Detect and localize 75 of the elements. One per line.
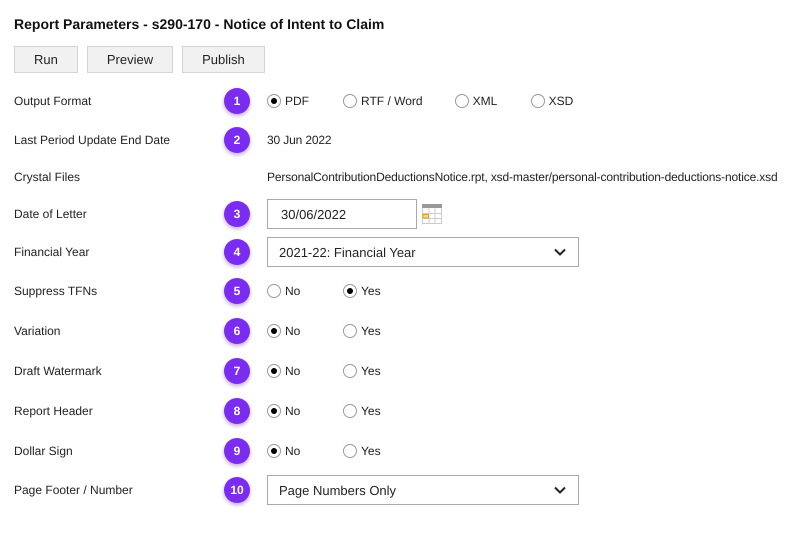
date-field[interactable]: 30/06/2022 [267,199,417,229]
radio-button[interactable] [267,94,281,108]
option-label: Yes [361,324,381,338]
radio-button[interactable] [267,324,281,338]
option-label: Yes [361,364,381,378]
option-label: RTF / Word [361,94,423,108]
radio-button[interactable] [267,284,281,298]
radio-button[interactable] [267,444,281,458]
chevron-down-icon [554,248,566,256]
option-label: No [285,364,300,378]
field-label: Suppress TFNs [14,284,98,298]
radio-button[interactable] [343,364,357,378]
chevron-down-icon [554,486,566,494]
radio-option[interactable]: RTF / Word [343,94,423,108]
radio-option[interactable]: No [267,404,311,418]
option-label: XSD [548,94,574,108]
radio-option[interactable]: Yes [343,364,387,378]
step-badge: 3 [224,201,250,227]
radio-button[interactable] [343,94,357,108]
dropdown[interactable]: 2021-22: Financial Year [267,237,579,267]
dropdown[interactable]: Page Numbers Only [267,475,579,505]
step-badge: 2 [224,126,250,152]
step-badge: 1 [224,88,250,114]
field-label: Financial Year [14,245,90,259]
radio-option[interactable]: Yes [343,284,387,298]
step-badge: 6 [224,318,250,344]
radio-option[interactable]: No [267,444,311,458]
action-button[interactable]: Run [14,46,78,73]
radio-button[interactable] [343,324,357,338]
step-badge: 5 [224,278,250,304]
option-label: Yes [361,444,381,458]
action-button[interactable]: Publish [182,46,265,73]
radio-button[interactable] [267,364,281,378]
field-label: Page Footer / Number [14,483,134,497]
step-badge: 9 [224,438,250,464]
field-value: 30 Jun 2022 [267,132,332,146]
step-badge: 8 [224,398,250,424]
field-label: Variation [14,324,62,338]
option-label: XML [472,94,498,108]
option-label: No [285,284,300,298]
radio-option[interactable]: No [267,364,311,378]
step-badge: 10 [224,477,250,503]
radio-option[interactable]: Yes [343,444,387,458]
radio-option[interactable]: XML [454,94,499,108]
field-label: Last Period Update End Date [14,132,172,146]
radio-option[interactable]: XSD [530,94,575,108]
option-label: No [285,444,300,458]
radio-button[interactable] [343,444,357,458]
field-label: Crystal Files [14,170,82,184]
field-label: Date of Letter [14,207,88,221]
page-title: Report Parameters - s290-170 - Notice of Intent to Claim [14,16,386,32]
radio-option[interactable]: PDF [267,94,311,108]
field-label: Dollar Sign [14,444,74,458]
field-label: Output Format [14,94,92,108]
radio-button[interactable] [343,404,357,418]
calendar-icon[interactable] [422,204,442,224]
field-label: Draft Watermark [14,364,103,378]
radio-button[interactable] [530,94,545,108]
radio-option[interactable]: Yes [343,324,387,338]
option-label: Yes [361,284,381,298]
step-badge: 4 [224,239,250,265]
action-button[interactable]: Preview [86,46,174,73]
option-label: PDF [285,94,309,108]
field-value: PersonalContributionDeductionsNotice.rpt, xsd-master/personal-contribution-deductions-notice.xsd [267,170,778,184]
radio-option[interactable]: No [267,284,311,298]
radio-option[interactable]: Yes [343,404,387,418]
radio-option[interactable]: No [267,324,311,338]
option-label: No [285,404,300,418]
step-badge: 7 [224,358,250,384]
option-label: Yes [361,404,381,418]
radio-button[interactable] [454,94,469,108]
field-label: Report Header [14,404,94,418]
option-label: No [285,324,300,338]
radio-button[interactable] [267,404,281,418]
radio-button[interactable] [343,284,357,298]
